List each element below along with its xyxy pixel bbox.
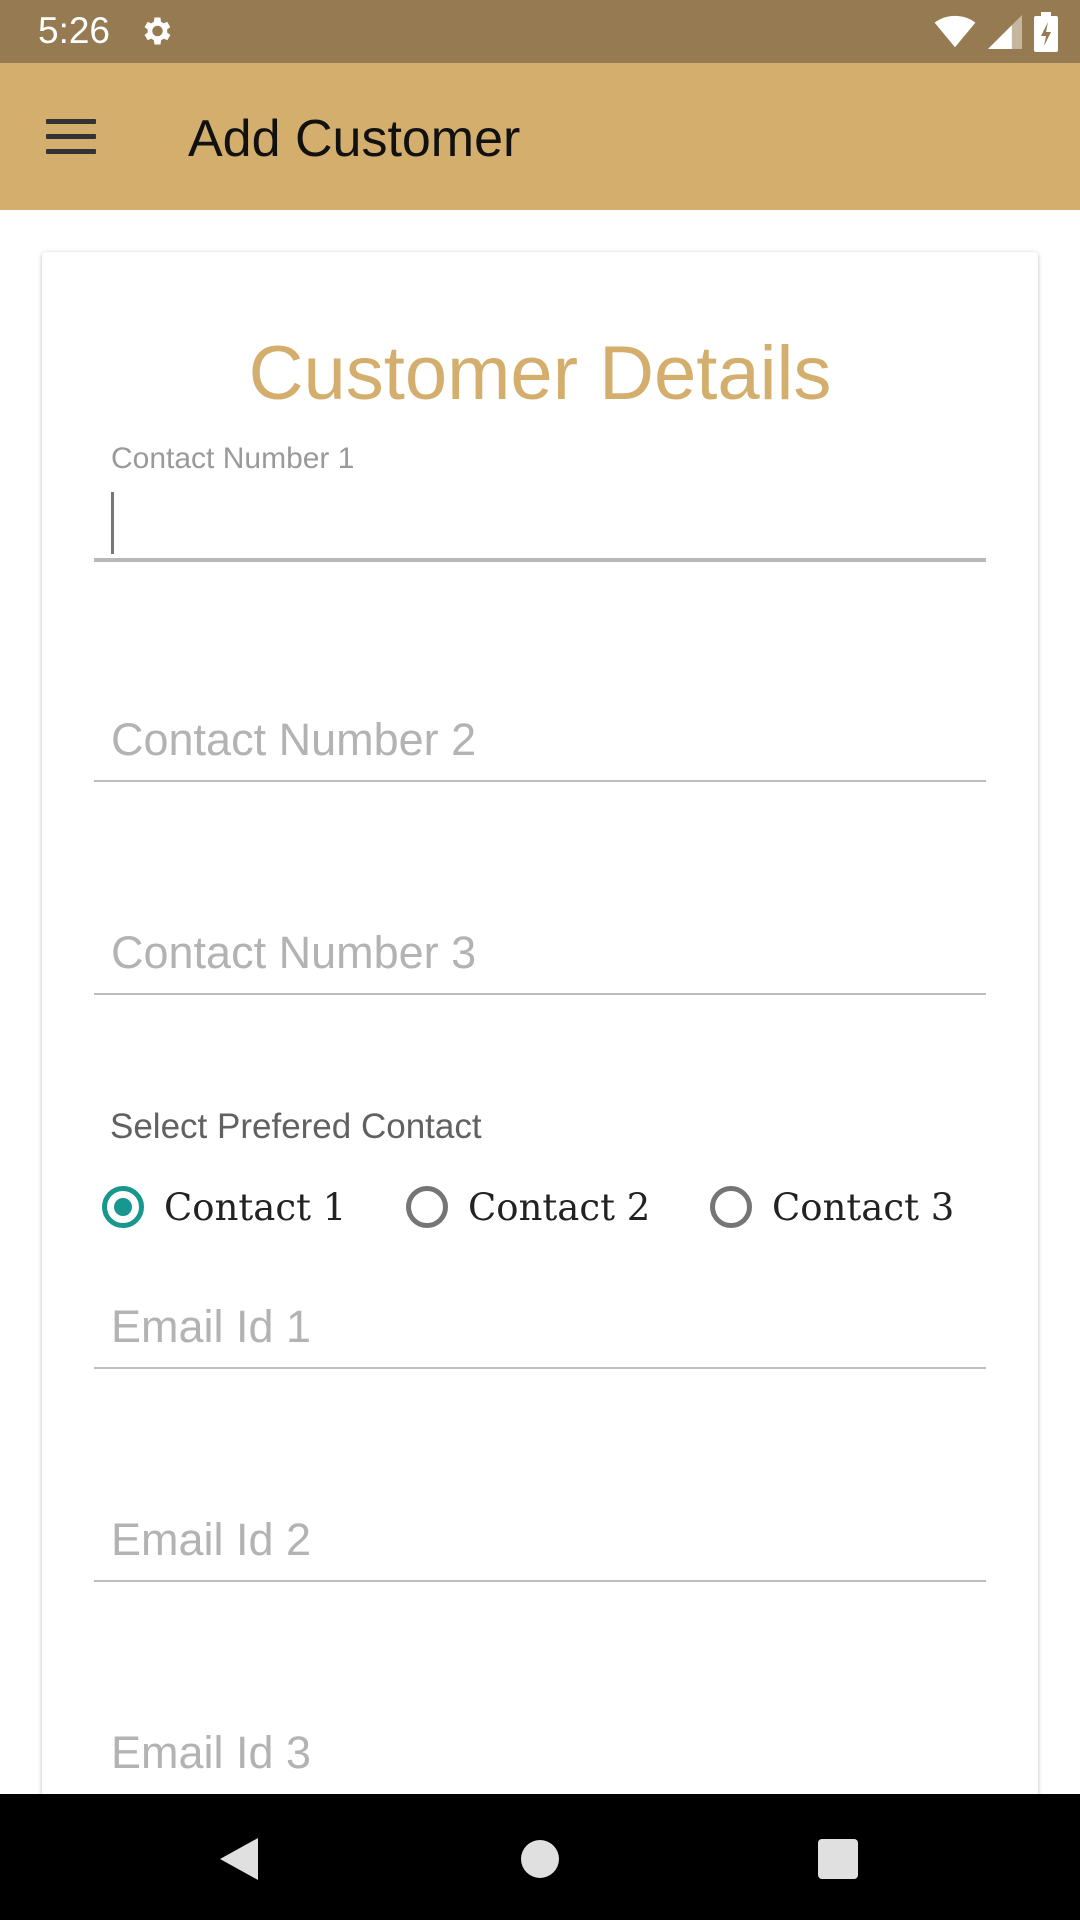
radio-contact-3-label: Contact 3 xyxy=(772,1185,955,1229)
email-2-underline xyxy=(94,1580,986,1582)
page-title: Add Customer xyxy=(188,110,521,168)
card-title: Customer Details xyxy=(248,331,832,416)
email-3-placeholder: Email Id 3 xyxy=(111,1727,312,1778)
email-1-field[interactable]: Email Id 1 xyxy=(94,1299,986,1369)
radio-contact-2[interactable]: Contact 2 xyxy=(402,1177,650,1237)
settings-gear-icon xyxy=(144,17,171,45)
status-icons xyxy=(934,12,1058,52)
battery-charging-icon xyxy=(1034,12,1058,52)
email-2-field[interactable]: Email Id 2 xyxy=(94,1512,986,1582)
menu-button[interactable] xyxy=(36,107,110,167)
contact-number-1-label: Contact Number 1 xyxy=(111,442,355,475)
back-icon[interactable] xyxy=(194,1814,284,1904)
home-icon[interactable] xyxy=(495,1814,585,1904)
contact-number-1-underline xyxy=(94,558,986,562)
contact-number-1-input[interactable] xyxy=(94,490,986,556)
status-time: 5:26 xyxy=(38,10,111,51)
email-2-placeholder: Email Id 2 xyxy=(111,1514,312,1565)
contact-number-2-field[interactable]: Contact Number 2 xyxy=(94,712,986,782)
wifi-icon xyxy=(934,15,976,48)
radio-contact-2-label: Contact 2 xyxy=(468,1185,651,1229)
contact-number-1-field: Contact Number 1 xyxy=(94,442,986,562)
radio-unchecked-icon xyxy=(710,1186,752,1228)
radio-contact-1-label: Contact 1 xyxy=(164,1185,347,1229)
radio-contact-3[interactable]: Contact 3 xyxy=(706,1177,954,1237)
contact-number-2-placeholder: Contact Number 2 xyxy=(111,714,477,765)
customer-details-card: Customer Details Contact Number 1 Contac… xyxy=(42,252,1038,1812)
radio-checked-icon xyxy=(102,1186,144,1228)
email-1-underline xyxy=(94,1367,986,1369)
contact-number-2-underline xyxy=(94,780,986,782)
preferred-contact-radio-group: Contact 1 Contact 2 Contact 3 xyxy=(98,1177,998,1237)
contact-number-3-placeholder: Contact Number 3 xyxy=(111,927,477,978)
preferred-contact-label: Select Prefered Contact xyxy=(110,1107,482,1146)
contact-number-3-underline xyxy=(94,993,986,995)
cell-signal-icon xyxy=(988,15,1022,49)
text-cursor xyxy=(111,492,114,554)
radio-contact-1[interactable]: Contact 1 xyxy=(98,1177,346,1237)
app-bar: Add Customer xyxy=(0,63,1080,210)
system-nav-bar xyxy=(0,1794,1080,1920)
email-3-field[interactable]: Email Id 3 xyxy=(94,1725,986,1795)
status-bar: 5:26 xyxy=(0,0,1080,63)
radio-unchecked-icon xyxy=(406,1186,448,1228)
email-1-placeholder: Email Id 1 xyxy=(111,1301,312,1352)
contact-number-3-field[interactable]: Contact Number 3 xyxy=(94,925,986,995)
recents-icon[interactable] xyxy=(793,1814,883,1904)
